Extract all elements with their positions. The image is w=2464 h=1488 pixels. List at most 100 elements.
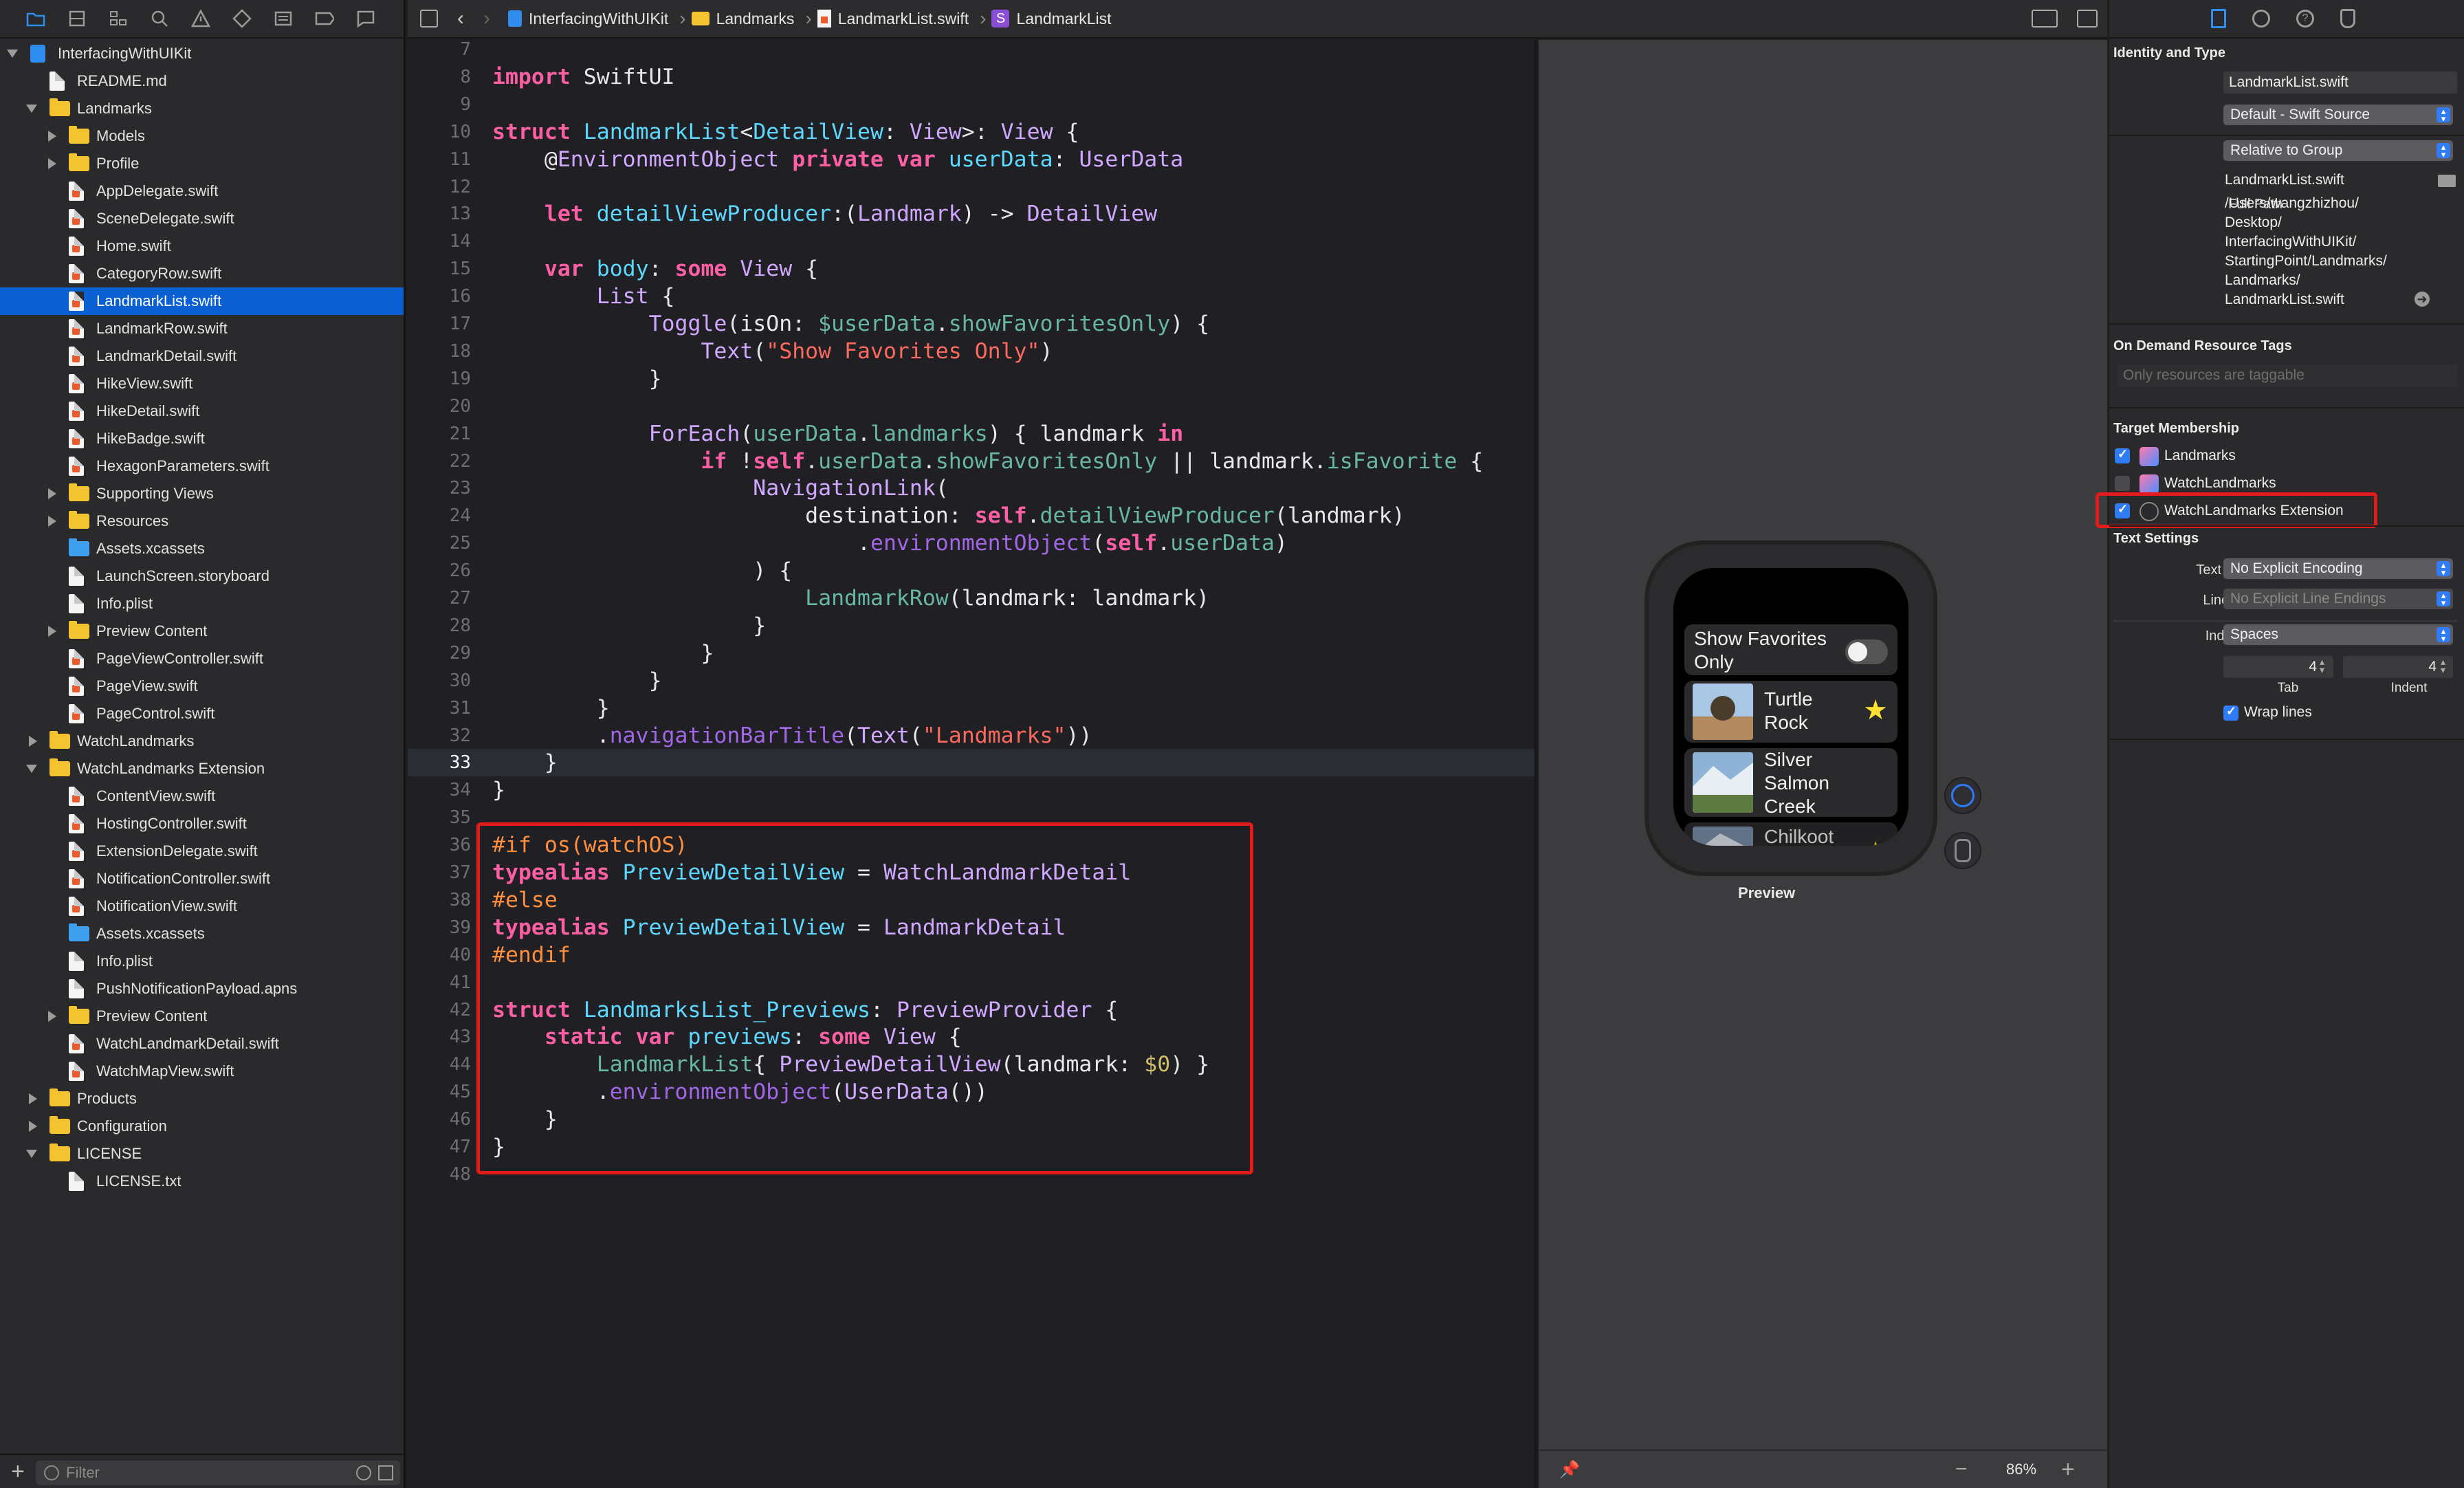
split-editor-icon[interactable] bbox=[2077, 10, 2098, 28]
code-line[interactable]: 20 bbox=[408, 393, 1534, 420]
tab-stepper[interactable]: ▴ ▾ bbox=[2320, 657, 2324, 675]
report-icon[interactable] bbox=[356, 9, 375, 28]
navigator-item[interactable]: Info.plist bbox=[0, 590, 404, 617]
navigator-item[interactable]: InterfacingWithUIKit bbox=[0, 40, 404, 67]
navigator-item[interactable]: ExtensionDelegate.swift bbox=[0, 838, 404, 865]
navigator-item[interactable]: NotificationController.swift bbox=[0, 865, 404, 893]
disclosure-closed-icon[interactable] bbox=[29, 1093, 37, 1104]
attributes-icon[interactable] bbox=[2340, 9, 2355, 28]
tests-diamond-icon[interactable] bbox=[232, 9, 252, 28]
source-editor[interactable]: 48 47} 46 } 45 .environmentObject(UserData(… bbox=[408, 40, 1537, 1488]
navigator-item[interactable]: SceneDelegate.swift bbox=[0, 205, 404, 232]
code-line[interactable]: 31 } bbox=[408, 694, 1534, 722]
navigator-item[interactable]: LICENSE bbox=[0, 1140, 404, 1168]
code-line[interactable]: 34} bbox=[408, 776, 1534, 804]
folder-icon[interactable] bbox=[26, 9, 45, 28]
disclosure-closed-icon[interactable] bbox=[48, 626, 56, 637]
navigator-item[interactable]: LandmarkDetail.swift bbox=[0, 342, 404, 370]
navigator-item[interactable]: WatchLandmarks bbox=[0, 727, 404, 755]
breadcrumb-group[interactable]: Landmarks bbox=[691, 10, 794, 28]
navigator-item[interactable]: Landmarks bbox=[0, 95, 404, 122]
filter-input[interactable] bbox=[66, 1464, 355, 1482]
target-checkbox[interactable] bbox=[2115, 447, 2130, 463]
code-line[interactable]: 10 struct LandmarkList<DetailView: View>:… bbox=[408, 118, 1534, 146]
code-line[interactable]: 12 bbox=[408, 173, 1534, 201]
choose-folder-icon[interactable] bbox=[2438, 175, 2456, 187]
navigator-item[interactable]: HikeDetail.swift bbox=[0, 397, 404, 425]
debug-icon[interactable] bbox=[274, 9, 293, 28]
disclosure-closed-icon[interactable] bbox=[48, 1011, 56, 1022]
navigator-item[interactable]: Configuration bbox=[0, 1113, 404, 1140]
history-icon[interactable] bbox=[2252, 10, 2270, 28]
help-icon[interactable]: ? bbox=[2296, 10, 2314, 28]
navigator-item[interactable]: AppDelegate.swift bbox=[0, 177, 404, 205]
disclosure-open-icon[interactable] bbox=[26, 1150, 37, 1158]
zoom-out-icon[interactable]: − bbox=[1955, 1458, 1968, 1481]
preview-on-device-button[interactable] bbox=[1944, 832, 1981, 869]
breadcrumb-file[interactable]: LandmarkList.swift bbox=[817, 10, 969, 28]
disclosure-open-icon[interactable] bbox=[26, 105, 37, 113]
disclosure-open-icon[interactable] bbox=[7, 50, 18, 58]
code-line[interactable]: 13 let detailViewProducer:(Landmark) -> … bbox=[408, 200, 1534, 228]
navigator-item[interactable]: Preview Content bbox=[0, 617, 404, 645]
navigator-item[interactable]: HikeBadge.swift bbox=[0, 425, 404, 452]
code-line[interactable]: 22 if !self.userData.showFavoritesOnly |… bbox=[408, 448, 1534, 475]
pin-icon[interactable]: 📌 bbox=[1559, 1460, 1580, 1480]
disclosure-closed-icon[interactable] bbox=[29, 1121, 37, 1132]
endings-popup[interactable]: No Explicit Line Endings ▴ ▾ bbox=[2223, 589, 2453, 609]
landmark-row[interactable]: Silver Salmon Creek bbox=[1684, 748, 1898, 817]
disclosure-closed-icon[interactable] bbox=[48, 158, 56, 169]
name-field[interactable]: LandmarkList.swift bbox=[2223, 72, 2457, 94]
code-line[interactable]: 25 .environmentObject(self.userData) bbox=[408, 529, 1534, 557]
source-control-icon[interactable] bbox=[67, 9, 87, 28]
code-line[interactable]: 9 bbox=[408, 91, 1534, 118]
navigator-item[interactable]: LandmarkList.swift bbox=[0, 287, 404, 315]
live-preview-button[interactable] bbox=[1944, 777, 1981, 814]
code-line[interactable]: 11 @EnvironmentObject private var userDa… bbox=[408, 146, 1534, 173]
navigator-item[interactable]: LICENSE.txt bbox=[0, 1168, 404, 1195]
code-line[interactable]: 24 destination: self.detailViewProducer(… bbox=[408, 502, 1534, 529]
code-line[interactable]: 28 } bbox=[408, 612, 1534, 639]
warning-icon[interactable] bbox=[191, 9, 210, 28]
navigator-item[interactable]: Resources bbox=[0, 507, 404, 535]
navigator-item[interactable]: WatchMapView.swift bbox=[0, 1058, 404, 1085]
navigator-item[interactable]: Profile bbox=[0, 150, 404, 177]
code-line[interactable]: 27 LandmarkRow(landmark: landmark) bbox=[408, 584, 1534, 612]
add-icon[interactable]: + bbox=[11, 1460, 25, 1483]
navigator-item[interactable]: Supporting Views bbox=[0, 480, 404, 507]
file-inspector-icon[interactable] bbox=[2211, 9, 2226, 28]
encoding-popup[interactable]: No Explicit Encoding ▴ ▾ bbox=[2223, 558, 2453, 579]
indent-using-popup[interactable]: Spaces ▴ ▾ bbox=[2223, 624, 2453, 645]
navigator-item[interactable]: WatchLandmarkDetail.swift bbox=[0, 1030, 404, 1058]
scm-filter-icon[interactable] bbox=[378, 1465, 393, 1480]
code-line[interactable]: 15 var body: some View { bbox=[408, 255, 1534, 283]
code-line[interactable]: 7 bbox=[408, 40, 1534, 63]
navigator-item[interactable]: PageControl.swift bbox=[0, 700, 404, 727]
wrap-lines-checkbox[interactable] bbox=[2223, 704, 2238, 721]
forward-icon[interactable]: › bbox=[483, 7, 490, 30]
filter-field[interactable] bbox=[36, 1460, 400, 1485]
navigator-item[interactable]: NotificationView.swift bbox=[0, 893, 404, 920]
landmark-row[interactable]: Turtle Rock ★ bbox=[1684, 681, 1898, 743]
code-line[interactable]: 29 } bbox=[408, 639, 1534, 667]
code-line[interactable]: 8 import SwiftUI bbox=[408, 63, 1534, 91]
navigator-item[interactable]: ContentView.swift bbox=[0, 783, 404, 810]
disclosure-open-icon[interactable] bbox=[26, 765, 37, 773]
hierarchy-icon[interactable] bbox=[109, 9, 128, 28]
navigator-item[interactable]: Products bbox=[0, 1085, 404, 1113]
favorites-toggle-row[interactable]: Show Favorites Only bbox=[1684, 624, 1898, 675]
code-line[interactable]: 23 NavigationLink( bbox=[408, 474, 1534, 502]
code-line[interactable]: 19 } bbox=[408, 365, 1534, 393]
code-line[interactable]: 26 ) { bbox=[408, 557, 1534, 584]
navigator-item[interactable]: Models bbox=[0, 122, 404, 150]
indent-stepper[interactable]: ▴ ▾ bbox=[2441, 657, 2445, 675]
type-popup[interactable]: Default - Swift Source ▴ ▾ bbox=[2223, 105, 2453, 125]
navigator-item[interactable]: PageView.swift bbox=[0, 672, 404, 700]
navigator-item[interactable]: Home.swift bbox=[0, 232, 404, 260]
navigator-item[interactable]: Preview Content bbox=[0, 1003, 404, 1030]
code-line[interactable]: 18 Text("Show Favorites Only") bbox=[408, 338, 1534, 365]
disclosure-closed-icon[interactable] bbox=[48, 488, 56, 499]
related-items-icon[interactable] bbox=[420, 10, 438, 28]
recent-files-icon[interactable] bbox=[356, 1465, 371, 1480]
breakpoint-icon[interactable] bbox=[315, 9, 334, 28]
